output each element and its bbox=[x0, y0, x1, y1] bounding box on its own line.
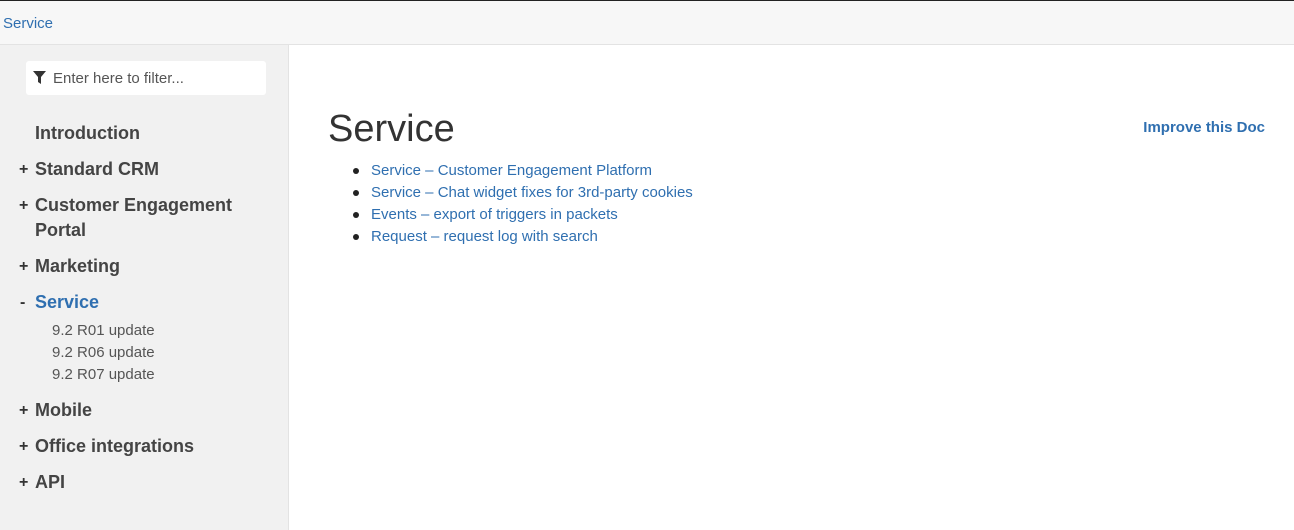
list-item: Events – export of triggers in packets bbox=[353, 204, 693, 226]
expand-icon[interactable]: + bbox=[19, 193, 28, 218]
sidebar-item-service[interactable]: - Service bbox=[0, 290, 255, 315]
expand-icon[interactable]: + bbox=[19, 157, 28, 182]
sidebar-item-mobile[interactable]: + Mobile bbox=[0, 398, 255, 423]
main-content: Service Improve this Doc Service – Custo… bbox=[289, 45, 1294, 530]
sidebar-nav: Introduction + Standard CRM + Customer E… bbox=[0, 121, 288, 506]
sidebar-subitem-r06[interactable]: 9.2 R06 update bbox=[0, 342, 288, 364]
bullet-icon bbox=[353, 190, 359, 196]
expand-icon[interactable]: + bbox=[19, 470, 28, 495]
sidebar-item-customer-engagement-portal[interactable]: + Customer Engagement Portal bbox=[0, 193, 255, 243]
collapse-icon[interactable]: - bbox=[20, 290, 25, 315]
expand-icon[interactable]: + bbox=[19, 254, 28, 279]
article-link[interactable]: Service – Customer Engagement Platform bbox=[371, 162, 652, 179]
sidebar-subitem-r07[interactable]: 9.2 R07 update bbox=[0, 364, 288, 386]
sidebar-item-label: Marketing bbox=[35, 256, 121, 276]
breadcrumb-service[interactable]: Service bbox=[3, 15, 53, 32]
list-item: Service – Customer Engagement Platform bbox=[353, 160, 693, 182]
sidebar-item-label: Customer Engagement Portal bbox=[35, 195, 233, 240]
filter-input[interactable] bbox=[53, 61, 258, 95]
sidebar-item-office-integrations[interactable]: + Office integrations bbox=[0, 434, 255, 459]
service-subnav: 9.2 R01 update 9.2 R06 update 9.2 R07 up… bbox=[0, 320, 288, 386]
sidebar-item-standard-crm[interactable]: + Standard CRM bbox=[0, 157, 255, 182]
list-item: Service – Chat widget fixes for 3rd-part… bbox=[353, 182, 693, 204]
bullet-icon bbox=[353, 168, 359, 174]
sidebar-item-label: Standard CRM bbox=[35, 159, 160, 179]
sidebar-item-label: Office integrations bbox=[35, 436, 195, 456]
sidebar-item-api[interactable]: + API bbox=[0, 470, 255, 495]
sidebar-item-marketing[interactable]: + Marketing bbox=[0, 254, 255, 279]
filter-box[interactable] bbox=[26, 61, 266, 95]
improve-doc-link[interactable]: Improve this Doc bbox=[1143, 119, 1265, 136]
bullet-icon bbox=[353, 212, 359, 218]
sidebar-item-label: API bbox=[35, 472, 66, 492]
sidebar-item-introduction[interactable]: Introduction bbox=[0, 121, 255, 146]
article-link[interactable]: Service – Chat widget fixes for 3rd-part… bbox=[371, 184, 693, 201]
expand-icon[interactable]: + bbox=[19, 398, 28, 423]
sidebar-item-label: Mobile bbox=[35, 400, 92, 420]
sidebar-item-label: Service bbox=[35, 292, 100, 312]
bullet-icon bbox=[353, 234, 359, 240]
sidebar-item-label: Introduction bbox=[35, 123, 140, 143]
article-link[interactable]: Events – export of triggers in packets bbox=[371, 206, 618, 223]
article-list: Service – Customer Engagement Platform S… bbox=[353, 160, 693, 248]
filter-icon bbox=[33, 71, 46, 84]
sidebar-subitem-r01[interactable]: 9.2 R01 update bbox=[0, 320, 288, 342]
page-title: Service bbox=[328, 108, 455, 150]
expand-icon[interactable]: + bbox=[19, 434, 28, 459]
list-item: Request – request log with search bbox=[353, 226, 693, 248]
sidebar: Introduction + Standard CRM + Customer E… bbox=[0, 45, 289, 530]
top-bar: Service bbox=[0, 0, 1294, 45]
article-link[interactable]: Request – request log with search bbox=[371, 228, 598, 245]
